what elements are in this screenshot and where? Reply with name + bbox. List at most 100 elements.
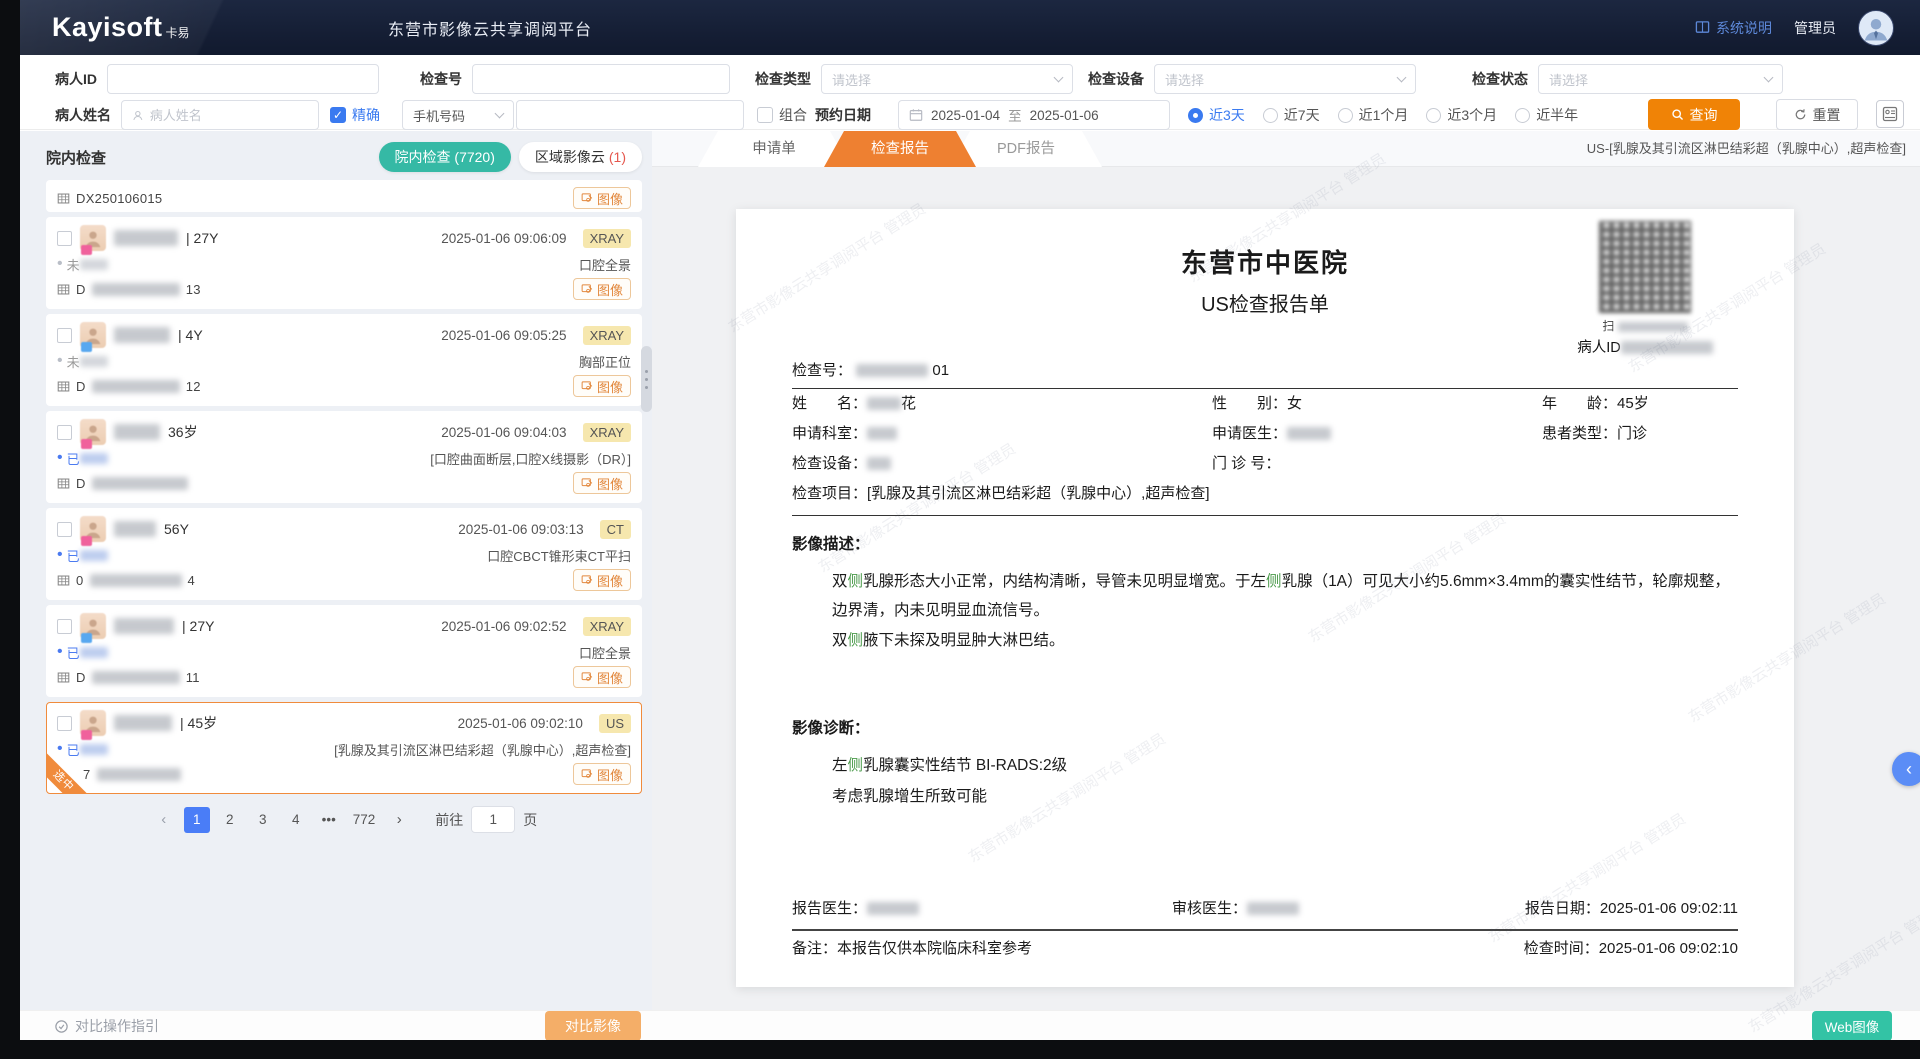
patient-name-redacted xyxy=(114,327,170,343)
status-redacted xyxy=(80,744,108,755)
page-3[interactable]: 3 xyxy=(250,807,276,833)
compare-images-button[interactable]: 对比影像 xyxy=(545,1011,641,1040)
exam-checkbox[interactable] xyxy=(57,716,72,731)
phone-input[interactable] xyxy=(527,108,733,123)
doc-patient-id-label: 病人ID xyxy=(1577,340,1621,356)
user-avatar-icon xyxy=(1861,13,1891,43)
exam-card-selected[interactable]: | 45岁 2025-01-06 09:02:10 US • 已 [乳腺及其引流… xyxy=(46,702,642,794)
field-name-redacted xyxy=(867,397,901,410)
reset-button[interactable]: 重置 xyxy=(1776,99,1858,130)
range-1m[interactable]: 近1个月 xyxy=(1338,105,1409,125)
image-button[interactable]: 图像 xyxy=(573,666,631,688)
exam-checkbox[interactable] xyxy=(57,231,72,246)
exam-device-select[interactable]: 请选择 xyxy=(1154,64,1416,94)
exam-time: 2025-01-06 09:05:25 xyxy=(441,328,566,343)
qr-code xyxy=(1599,221,1691,313)
guide-icon xyxy=(54,1019,69,1034)
image-button[interactable]: 图像 xyxy=(573,278,631,300)
read-status: 已 xyxy=(67,449,80,468)
review-doctor-redacted xyxy=(1247,902,1299,915)
read-status: 未 xyxy=(67,352,80,371)
exam-card[interactable]: | 4Y 2025-01-06 09:05:25 XRAY • 未 胸部正位 D… xyxy=(46,314,642,406)
exact-checkbox-group[interactable]: ✓ 精确 xyxy=(330,99,380,131)
tab-exam-report[interactable]: 检查报告 xyxy=(824,131,976,167)
image-button[interactable]: 图像 xyxy=(573,763,631,785)
prev-page-button[interactable]: ‹ xyxy=(151,807,177,833)
exam-card[interactable]: | 27Y 2025-01-06 09:02:52 XRAY • 已 口腔全景 … xyxy=(46,605,642,697)
range-7d[interactable]: 近7天 xyxy=(1263,105,1320,125)
date-range-input[interactable]: 2025-01-04 至 2025-01-06 xyxy=(898,100,1170,130)
exam-card[interactable]: 36岁 2025-01-06 09:04:03 XRAY • 已 [口腔曲面断层… xyxy=(46,411,642,503)
exam-checkbox[interactable] xyxy=(57,425,72,440)
search-button[interactable]: 查询 xyxy=(1648,99,1740,130)
page-2[interactable]: 2 xyxy=(217,807,243,833)
image-icon xyxy=(581,768,593,780)
pagination: ‹ 1 2 3 4 ••• 772 › 前往 页 xyxy=(46,806,642,833)
exam-time: 2025-01-06 09:06:09 xyxy=(441,231,566,246)
system-help-label: 系统说明 xyxy=(1716,18,1772,38)
collapse-panel-button[interactable]: ‹ xyxy=(1892,752,1920,786)
image-button[interactable]: 图像 xyxy=(573,375,631,397)
panel-resize-handle[interactable] xyxy=(641,346,652,412)
field-doctor-label: 申请医生： xyxy=(1212,425,1287,442)
exam-description: 口腔全景 xyxy=(579,643,631,662)
field-item-value: [乳腺及其引流区淋巴结彩超（乳腺中心）,超声检查] xyxy=(867,485,1210,502)
exam-time: 2025-01-06 09:02:52 xyxy=(441,619,566,634)
range-3d-label: 近3天 xyxy=(1209,105,1245,125)
image-icon xyxy=(581,283,593,295)
patient-avatar xyxy=(80,613,106,639)
exam-checkbox[interactable] xyxy=(57,328,72,343)
exam-checkbox[interactable] xyxy=(57,619,72,634)
image-button-label: 图像 xyxy=(597,280,623,299)
range-3d[interactable]: 近3天 xyxy=(1188,105,1245,125)
patient-name-input[interactable] xyxy=(150,108,308,123)
status-dot: • xyxy=(57,256,63,272)
range-6m[interactable]: 近半年 xyxy=(1515,105,1578,125)
combine-checkbox[interactable] xyxy=(757,107,773,123)
phone-field-select[interactable]: 手机号码 xyxy=(402,100,514,130)
accession-suffix: 13 xyxy=(186,282,201,297)
range-3m[interactable]: 近3个月 xyxy=(1426,105,1497,125)
image-button[interactable]: 图像 xyxy=(573,569,631,591)
patient-name-label: 病人姓名 xyxy=(55,105,111,125)
page-1[interactable]: 1 xyxy=(184,807,210,833)
system-help-link[interactable]: 系统说明 xyxy=(1695,18,1772,38)
image-icon xyxy=(581,574,593,586)
radio-6m[interactable] xyxy=(1515,108,1530,123)
image-button-label: 图像 xyxy=(597,377,623,396)
page-4[interactable]: 4 xyxy=(283,807,309,833)
view-toggle-button[interactable] xyxy=(1876,100,1904,128)
tab-region-count: (1) xyxy=(609,149,626,165)
radio-3d[interactable] xyxy=(1188,108,1203,123)
page-772[interactable]: 772 xyxy=(349,807,380,833)
exam-status-select[interactable]: 请选择 xyxy=(1538,64,1783,94)
accession-suffix: 12 xyxy=(186,379,201,394)
compare-guide-link[interactable]: 对比操作指引 xyxy=(54,1011,159,1040)
accession-number: DX250106015 xyxy=(76,191,162,206)
exam-card[interactable]: DX250106015 图像 xyxy=(46,180,642,212)
modality-badge: XRAY xyxy=(583,423,631,442)
exam-card[interactable]: | 27Y 2025-01-06 09:06:09 XRAY • 未 口腔全景 … xyxy=(46,217,642,309)
radio-1m[interactable] xyxy=(1338,108,1353,123)
doc-patient-id-redacted xyxy=(1621,341,1713,354)
status-dot: • xyxy=(57,741,63,757)
page-ellipsis[interactable]: ••• xyxy=(316,807,342,833)
web-image-button[interactable]: Web图像 xyxy=(1812,1011,1892,1040)
exam-no-input[interactable] xyxy=(483,72,719,87)
radio-3m[interactable] xyxy=(1426,108,1441,123)
exam-checkbox[interactable] xyxy=(57,522,72,537)
avatar[interactable] xyxy=(1858,10,1894,46)
image-button[interactable]: 图像 xyxy=(573,472,631,494)
radio-7d[interactable] xyxy=(1263,108,1278,123)
tab-region-cloud[interactable]: 区域影像云 (1) xyxy=(519,142,642,172)
patient-id-input[interactable] xyxy=(118,72,368,87)
user-name[interactable]: 管理员 xyxy=(1794,18,1836,38)
combine-checkbox-group[interactable]: 组合 xyxy=(757,99,807,131)
image-button[interactable]: 图像 xyxy=(573,187,631,209)
tab-inhospital[interactable]: 院内检查 (7720) xyxy=(379,142,511,172)
exam-type-select[interactable]: 请选择 xyxy=(821,64,1073,94)
exact-checkbox[interactable]: ✓ xyxy=(330,107,346,123)
page-goto-input[interactable] xyxy=(471,806,515,833)
next-page-button[interactable]: › xyxy=(386,807,412,833)
exam-card[interactable]: 56Y 2025-01-06 09:03:13 CT • 已 口腔CBCT锥形束… xyxy=(46,508,642,600)
